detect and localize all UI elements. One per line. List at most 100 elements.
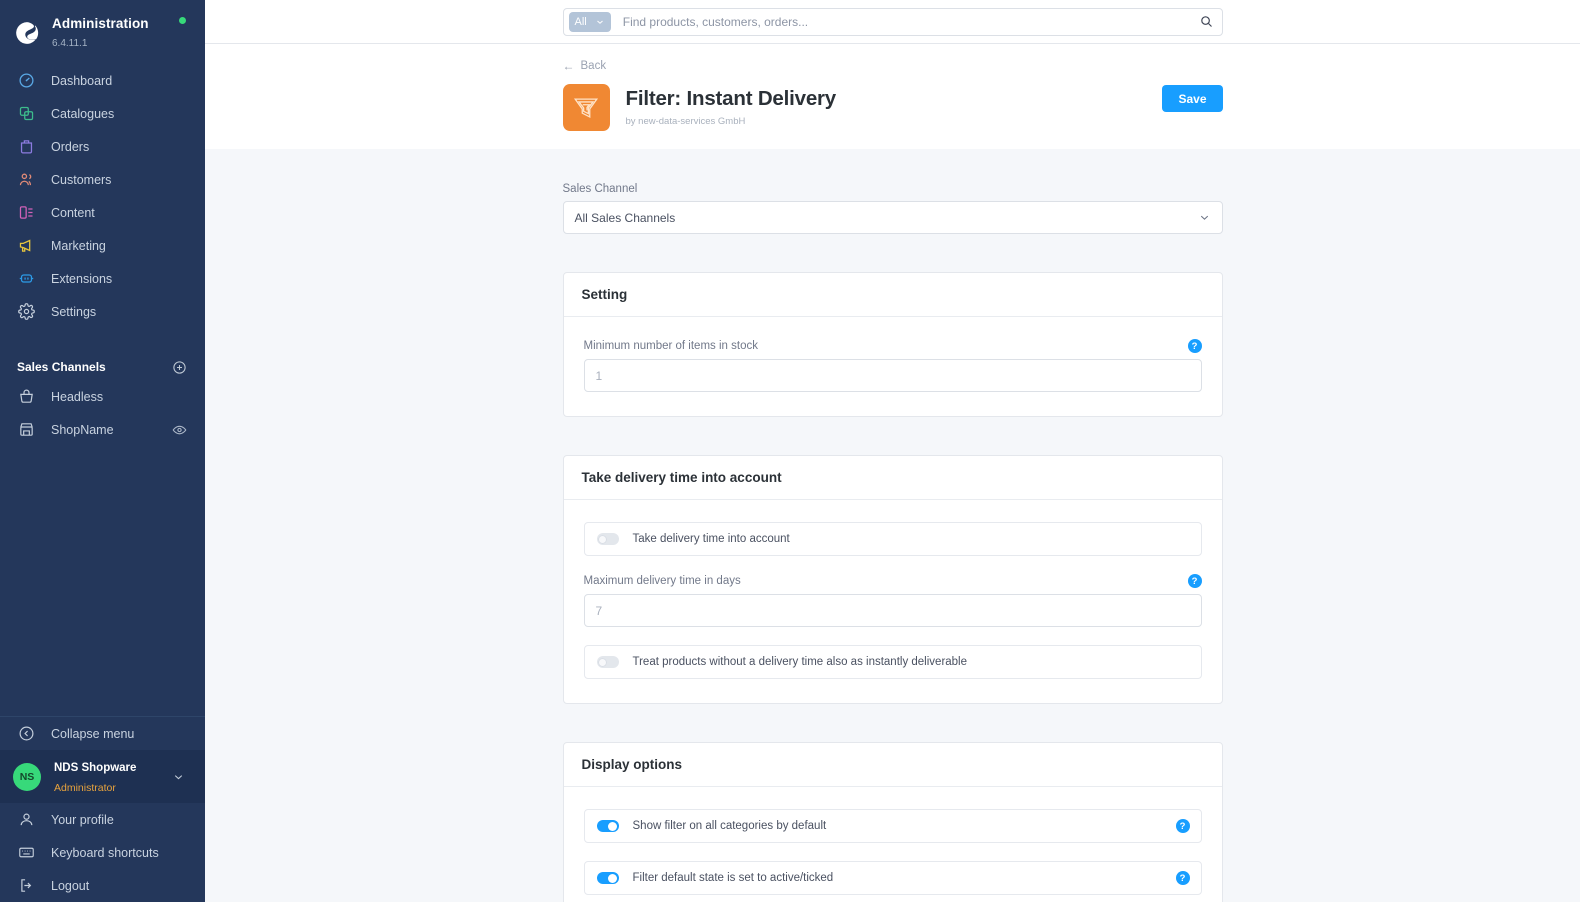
page-title: Filter: Instant Delivery (625, 86, 837, 110)
page-header: ← Back Filter: Instant Delivery by new-d… (205, 44, 1580, 149)
toggle-filter-default-active[interactable] (596, 872, 619, 884)
storefront-icon (17, 421, 35, 439)
chevron-down-icon (1198, 211, 1211, 224)
sidebar-item-label: Marketing (51, 238, 106, 253)
help-icon[interactable]: ? (1187, 574, 1202, 588)
sidebar-item-label: Content (51, 205, 95, 220)
customers-icon (17, 171, 35, 189)
search-icon[interactable] (1199, 14, 1214, 29)
collapse-menu-label: Collapse menu (51, 726, 135, 741)
sidebar-item-label: Dashboard (51, 73, 113, 88)
sidebar-item-your-profile[interactable]: Your profile (0, 803, 205, 836)
extensions-icon (17, 270, 35, 288)
plus-circle-icon[interactable] (172, 360, 187, 375)
switch-row-show-filter-all-categories[interactable]: Show filter on all categories by default… (583, 809, 1202, 843)
search-input[interactable] (610, 14, 1199, 29)
eye-icon[interactable] (172, 422, 187, 437)
sidebar-item-dashboard[interactable]: Dashboard (0, 64, 205, 97)
sidebar-item-label: Keyboard shortcuts (51, 845, 159, 860)
sidebar-item-extensions[interactable]: Extensions (0, 262, 205, 295)
sidebar-item-label: Orders (51, 139, 90, 154)
save-button[interactable]: Save (1162, 85, 1223, 112)
sidebar-item-marketing[interactable]: Marketing (0, 229, 205, 262)
switch-label: Treat products without a delivery time a… (632, 656, 968, 668)
toggle-take-delivery-time[interactable] (596, 533, 619, 545)
minimum-stock-input[interactable] (583, 359, 1202, 392)
help-icon[interactable]: ? (1175, 819, 1190, 833)
sidebar-item-content[interactable]: Content (0, 196, 205, 229)
sidebar-bottom: Collapse menu NS NDS Shopware Administra… (0, 716, 205, 902)
sales-channels-title: Sales Channels (17, 360, 106, 374)
settings-icon (17, 303, 35, 321)
sales-channel-value: All Sales Channels (574, 210, 676, 225)
search-scope-label: All (574, 15, 587, 28)
collapse-icon (17, 725, 35, 743)
orders-icon (17, 138, 35, 156)
card-title: Take delivery time into account (563, 456, 1222, 500)
card-title: Setting (563, 273, 1222, 317)
sales-channels-section-header: Sales Channels (0, 354, 205, 380)
sidebar-item-logout[interactable]: Logout (0, 869, 205, 902)
sidebar-item-label: Logout (51, 878, 90, 893)
sidebar-item-orders[interactable]: Orders (0, 130, 205, 163)
admin-app: Administration 6.4.11.1 Dashboard Catalo… (0, 0, 1580, 902)
chevron-down-icon[interactable] (172, 770, 185, 783)
toggle-show-filter-all-categories[interactable] (596, 820, 619, 832)
user-menu-toggle[interactable]: NS NDS Shopware Administrator (0, 750, 205, 803)
filter-funnel-icon (562, 84, 610, 131)
sidebar-item-label: Settings (51, 304, 97, 319)
sidebar-nav: Dashboard Catalogues Orders Customers Co… (0, 64, 205, 328)
max-delivery-days-input[interactable] (583, 594, 1202, 627)
sidebar-item-label: Customers (51, 172, 112, 187)
status-dot (179, 17, 186, 24)
user-role: Administrator (54, 781, 116, 794)
toggle-no-delivery-time-instant[interactable] (596, 656, 619, 668)
sidebar-item-settings[interactable]: Settings (0, 295, 205, 328)
switch-row-take-delivery-time[interactable]: Take delivery time into account (583, 522, 1202, 556)
sidebar-brand[interactable]: Administration 6.4.11.1 (0, 0, 205, 52)
field-max-delivery-days: Maximum delivery time in days ? (583, 574, 1202, 627)
keyboard-icon (17, 844, 35, 862)
sidebar-item-headless[interactable]: Headless (0, 380, 205, 413)
help-icon[interactable]: ? (1187, 339, 1202, 353)
field-minimum-stock: Minimum number of items in stock ? (583, 339, 1202, 392)
sidebar-item-customers[interactable]: Customers (0, 163, 205, 196)
arrow-left-icon: ← (562, 59, 575, 73)
card-body: Minimum number of items in stock ? (564, 317, 1222, 416)
sidebar-item-keyboard-shortcuts[interactable]: Keyboard shortcuts (0, 836, 205, 869)
shopware-logo-icon (14, 20, 40, 46)
sales-channel-label: Sales Channel (562, 183, 638, 195)
content-icon (17, 204, 35, 222)
field-label: Maximum delivery time in days (583, 575, 741, 587)
collapse-menu-button[interactable]: Collapse menu (0, 716, 205, 750)
content-scroll: Sales Channel All Sales Channels Setting (205, 149, 1580, 902)
chevron-down-icon (595, 17, 605, 27)
switch-row-filter-default-active[interactable]: Filter default state is set to active/ti… (583, 861, 1202, 895)
sidebar: Administration 6.4.11.1 Dashboard Catalo… (0, 0, 205, 902)
back-link[interactable]: ← Back (563, 59, 607, 73)
avatar: NS (13, 762, 41, 791)
sidebar-brand-title: Administration (52, 15, 149, 31)
switch-label: Take delivery time into account (632, 533, 790, 545)
sales-channel-select[interactable]: All Sales Channels (562, 201, 1223, 234)
main-area: All ← Back (205, 0, 1580, 902)
sidebar-item-shopname[interactable]: ShopName (0, 413, 205, 446)
sidebar-item-label: Extensions (51, 271, 113, 286)
card-display-options: Display options Show filter on all categ… (562, 742, 1223, 902)
field-label: Minimum number of items in stock (583, 340, 758, 352)
switch-row-no-delivery-time-instant[interactable]: Treat products without a delivery time a… (583, 645, 1202, 679)
global-search[interactable]: All (562, 7, 1223, 36)
topbar: All (205, 0, 1580, 44)
catalogues-icon (17, 105, 35, 123)
card-setting: Setting Minimum number of items in stock… (562, 272, 1223, 417)
switch-label: Show filter on all categories by default (632, 820, 827, 832)
user-name: NDS Shopware (54, 761, 137, 774)
sidebar-item-label: Catalogues (51, 106, 115, 121)
sidebar-item-catalogues[interactable]: Catalogues (0, 97, 205, 130)
search-scope-select[interactable]: All (568, 11, 611, 32)
card-title: Display options (563, 743, 1222, 787)
switch-label: Filter default state is set to active/ti… (632, 872, 834, 884)
help-icon[interactable]: ? (1175, 871, 1190, 885)
back-label: Back (580, 60, 607, 72)
sidebar-brand-version: 6.4.11.1 (52, 38, 88, 49)
